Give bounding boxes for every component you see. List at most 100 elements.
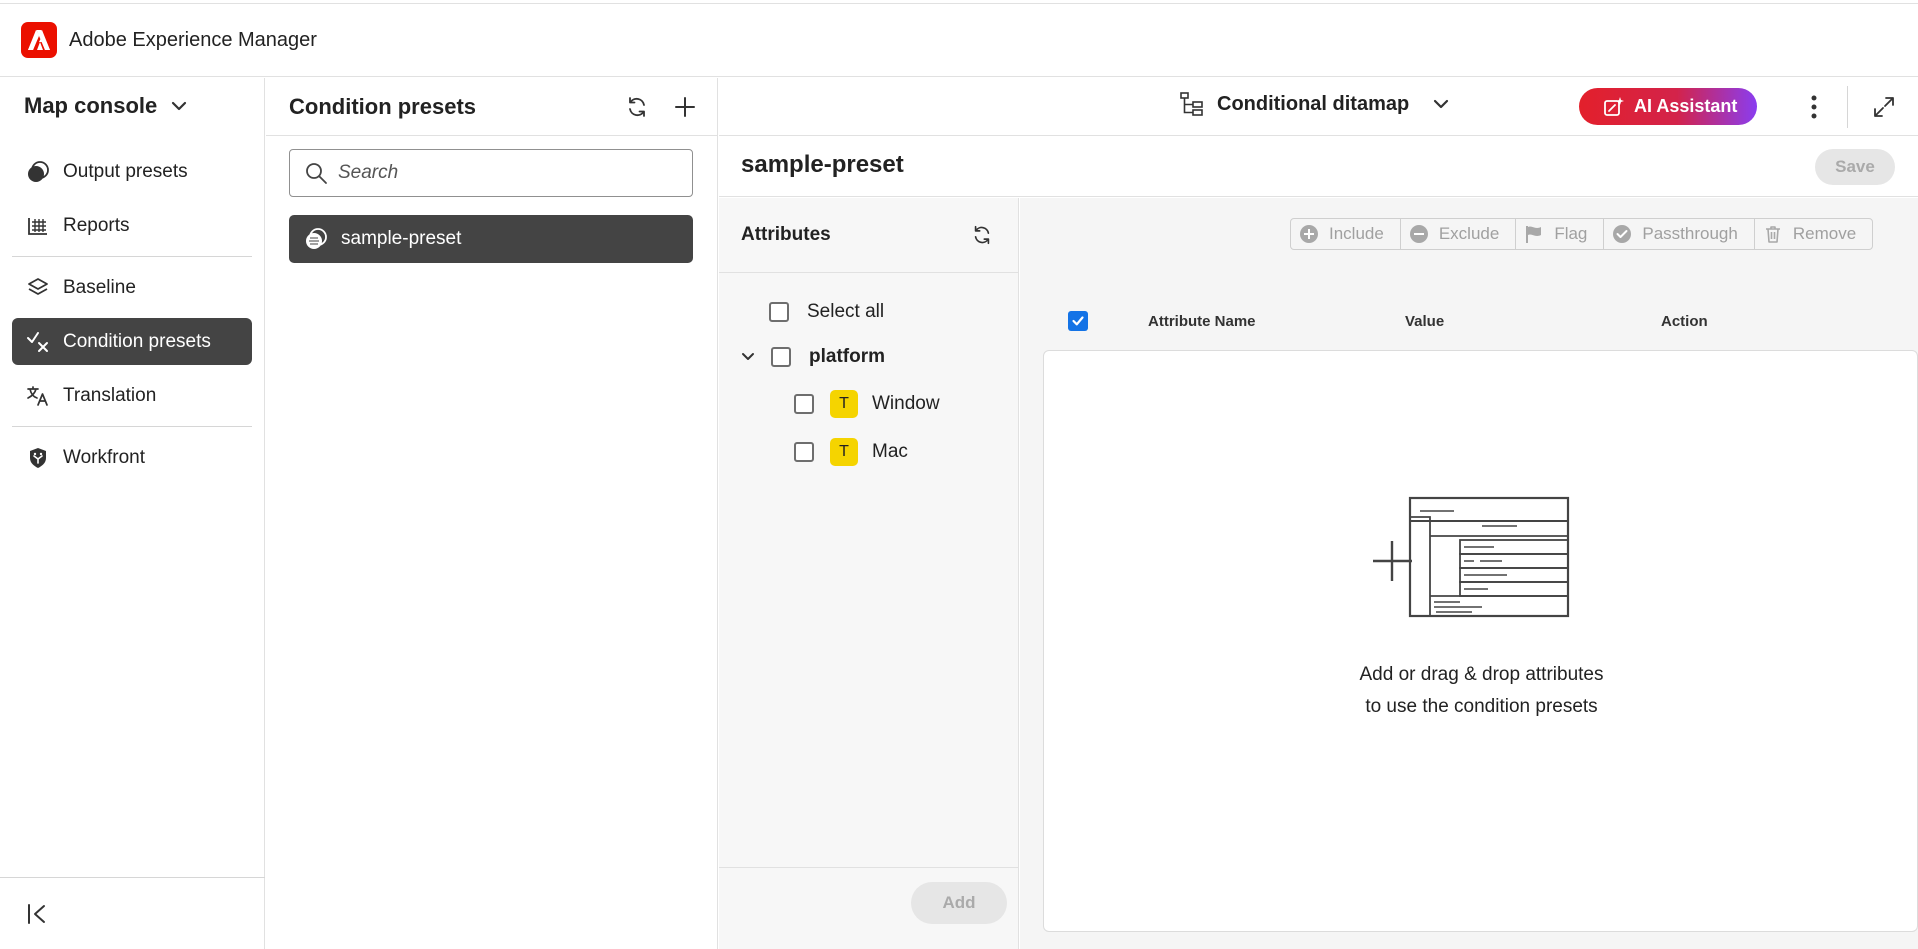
nav-divider xyxy=(12,426,252,427)
preset-item-label: sample-preset xyxy=(341,228,462,249)
refresh-icon xyxy=(629,96,645,117)
chevron-down-icon[interactable] xyxy=(741,352,755,362)
console-selector[interactable]: Map console xyxy=(24,93,187,119)
include-icon xyxy=(1300,225,1318,243)
column-header-action[interactable]: Action xyxy=(1661,313,1708,330)
refresh-attributes-button[interactable] xyxy=(966,219,998,251)
passthrough-button[interactable]: Passthrough xyxy=(1604,219,1755,249)
passthrough-label: Passthrough xyxy=(1642,224,1738,243)
search-input[interactable] xyxy=(338,162,668,184)
empty-state-line-1: Add or drag & drop attributes xyxy=(1359,664,1604,685)
select-all-row: Select all xyxy=(769,301,884,323)
checkmark-icon xyxy=(1072,316,1084,326)
translation-icon xyxy=(26,384,50,408)
console-selector-label: Map console xyxy=(24,93,158,118)
nav-item-label: Translation xyxy=(63,384,157,406)
left-navigation: Map console Output presets Reports Basel… xyxy=(0,78,265,949)
flag-label: Flag xyxy=(1554,224,1588,243)
ai-sparkle-icon xyxy=(1603,96,1625,118)
search-icon xyxy=(304,161,328,185)
nav-item-label: Baseline xyxy=(63,276,136,298)
nav-item-condition-presets[interactable]: Condition presets xyxy=(12,318,252,365)
attributes-panel: Attributes Select all platform T Window … xyxy=(719,198,1019,949)
ai-assistant-button[interactable]: AI Assistant xyxy=(1579,88,1757,125)
nav-item-output-presets[interactable]: Output presets xyxy=(12,148,252,195)
nav-item-label: Reports xyxy=(63,214,130,236)
attributes-header: Attributes xyxy=(719,198,1018,273)
flag-button[interactable]: Flag xyxy=(1516,219,1605,249)
table-header: Attribute Name Value Action xyxy=(1020,300,1918,342)
presets-header: Condition presets xyxy=(266,78,717,136)
fullscreen-button[interactable] xyxy=(1867,90,1901,124)
app-header: Adobe Experience Manager xyxy=(0,4,1918,77)
header-select-all-checkbox[interactable] xyxy=(1068,311,1088,331)
attribute-value-row: T Mac xyxy=(794,438,908,466)
text-type-badge: T xyxy=(830,390,858,418)
refresh-icon xyxy=(974,225,990,245)
nav-divider xyxy=(12,256,252,257)
attribute-value-checkbox[interactable] xyxy=(794,442,814,462)
more-options-button[interactable] xyxy=(1797,90,1831,124)
reports-icon xyxy=(26,214,50,238)
collapse-panel-button[interactable] xyxy=(0,877,265,949)
output-presets-icon xyxy=(26,160,50,184)
more-vertical-icon xyxy=(1811,95,1817,119)
nav-item-label: Workfront xyxy=(63,446,146,468)
add-preset-button[interactable] xyxy=(669,91,701,123)
empty-state-line-2: to use the condition presets xyxy=(1365,696,1598,717)
attributes-footer: Add xyxy=(719,867,1019,949)
preset-icon xyxy=(304,227,328,251)
include-button[interactable]: Include xyxy=(1291,219,1401,249)
action-button-group: Include Exclude Flag Passthrough Remove xyxy=(1290,218,1874,250)
exclude-icon xyxy=(1409,225,1428,243)
select-all-checkbox[interactable] xyxy=(769,302,789,322)
nav-item-label: Condition presets xyxy=(63,330,211,352)
nav-item-label: Output presets xyxy=(63,160,188,182)
search-field[interactable] xyxy=(289,149,693,197)
chevron-down-icon xyxy=(171,101,187,111)
exclude-label: Exclude xyxy=(1438,224,1500,243)
nav-item-workfront[interactable]: Workfront xyxy=(12,434,252,481)
nav-item-translation[interactable]: Translation xyxy=(12,372,252,419)
column-header-attribute-name[interactable]: Attribute Name xyxy=(1148,313,1256,330)
toolbar-divider xyxy=(1847,86,1848,128)
remove-button[interactable]: Remove xyxy=(1755,219,1872,249)
expand-icon xyxy=(1874,97,1894,117)
text-type-badge: T xyxy=(830,438,858,466)
empty-state-message: Add or drag & drop attributes to use the… xyxy=(1044,659,1918,723)
exclude-button[interactable]: Exclude xyxy=(1401,219,1517,249)
delete-icon xyxy=(1765,226,1780,243)
refresh-presets-button[interactable] xyxy=(621,91,653,123)
add-button[interactable]: Add xyxy=(911,882,1007,924)
attribute-value-label: Window xyxy=(872,393,940,414)
preset-title: sample-preset xyxy=(741,151,904,178)
adobe-logo-icon[interactable] xyxy=(21,22,57,58)
attributes-title: Attributes xyxy=(741,224,831,245)
nav-item-reports[interactable]: Reports xyxy=(12,202,252,249)
plus-icon xyxy=(675,96,695,117)
drop-zone[interactable]: Add or drag & drop attributes to use the… xyxy=(1043,350,1918,932)
presets-title: Condition presets xyxy=(289,93,477,119)
baseline-icon xyxy=(26,276,50,300)
preset-list-item[interactable]: sample-preset xyxy=(289,215,693,263)
app-title: Adobe Experience Manager xyxy=(69,28,317,51)
column-header-value[interactable]: Value xyxy=(1405,313,1444,330)
ditamap-selector[interactable]: Conditional ditamap xyxy=(1179,91,1449,117)
editor-toolbar: Conditional ditamap AI Assistant xyxy=(719,78,1918,136)
attribute-value-checkbox[interactable] xyxy=(794,394,814,414)
preset-title-row: sample-preset Save xyxy=(719,137,1918,197)
workfront-icon xyxy=(26,446,50,470)
ditamap-label: Conditional ditamap xyxy=(1217,92,1410,115)
ai-assistant-label: AI Assistant xyxy=(1634,96,1738,116)
attribute-value-row: T Window xyxy=(794,390,940,418)
include-label: Include xyxy=(1329,224,1384,243)
remove-label: Remove xyxy=(1792,224,1857,243)
condition-presets-icon xyxy=(26,330,50,354)
save-button[interactable]: Save xyxy=(1815,149,1895,185)
nav-list: Output presets Reports Baseline Conditio… xyxy=(12,148,252,488)
chevron-down-icon xyxy=(1433,99,1449,109)
nav-item-baseline[interactable]: Baseline xyxy=(12,264,252,311)
empty-state-illustration xyxy=(1373,496,1570,618)
ditamap-tree-icon xyxy=(1179,91,1205,117)
attribute-group-checkbox[interactable] xyxy=(771,347,791,367)
